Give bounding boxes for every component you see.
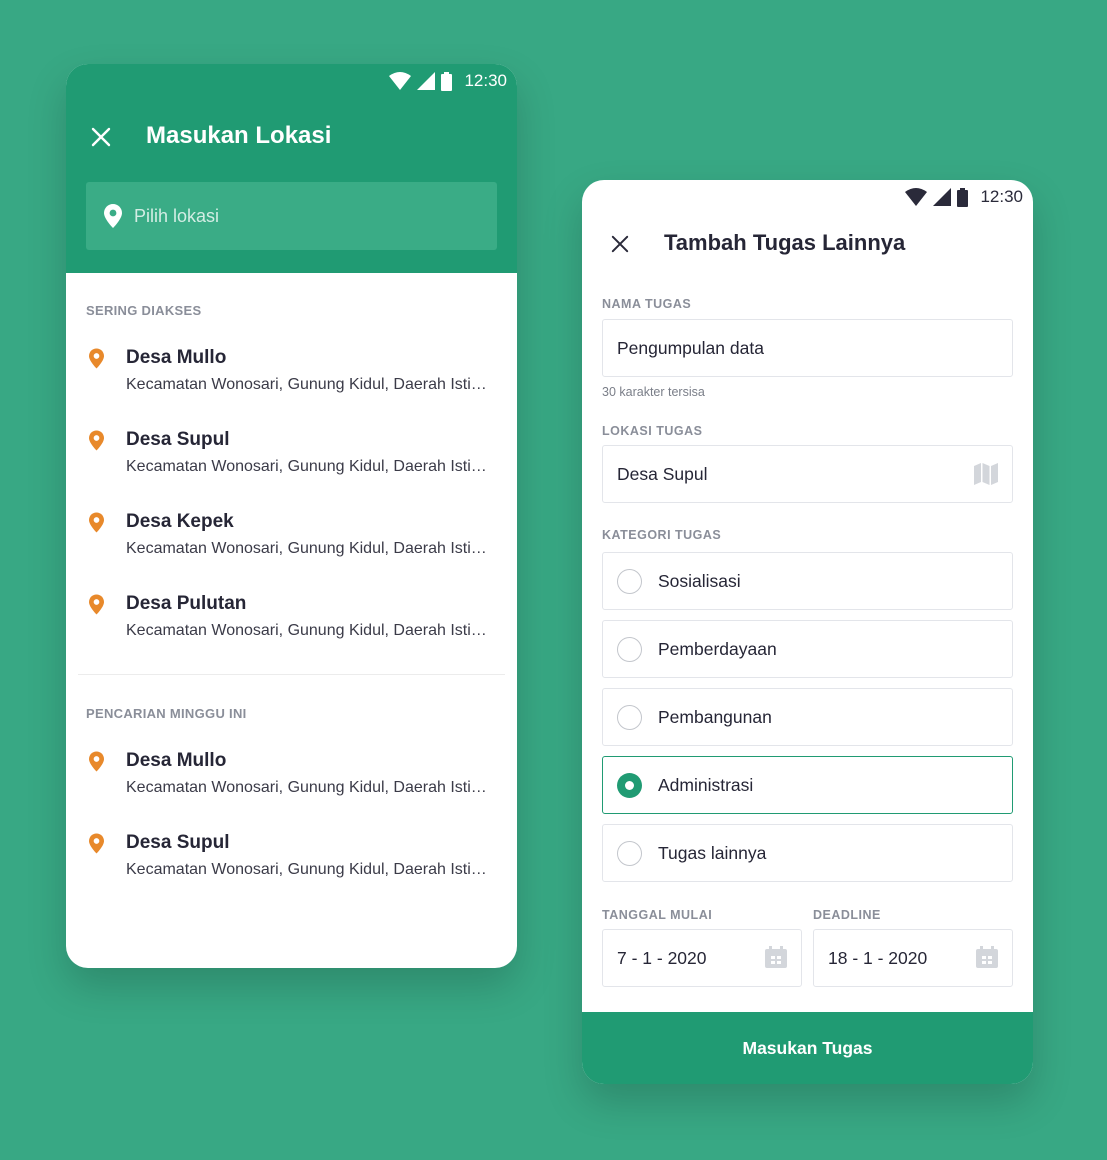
close-icon: [611, 235, 629, 253]
radio-button[interactable]: [617, 568, 642, 594]
task-location-field[interactable]: Desa Supul: [602, 445, 1013, 503]
location-pin-icon: [89, 430, 104, 451]
calendar-icon: [976, 946, 998, 968]
wifi-icon: [389, 72, 412, 90]
category-option-label: Tugas lainnya: [658, 842, 767, 863]
location-pin-icon: [104, 204, 122, 228]
location-screen: 12:30 Masukan Lokasi SERING DIAKSES Desa…: [66, 64, 517, 968]
category-option-administrasi[interactable]: Administrasi: [602, 756, 1013, 814]
location-pin-icon: [89, 512, 104, 533]
start-date-field[interactable]: 7 - 1 - 2020: [602, 929, 802, 987]
list-item[interactable]: Desa Kepek Kecamatan Wonosari, Gunung Ki…: [86, 510, 506, 592]
location-pin-icon: [89, 594, 104, 615]
location-name: Desa Kepek: [126, 511, 234, 532]
location-address: Kecamatan Wonosari, Gunung Kidul, Daerah…: [126, 376, 488, 393]
section-recent-label: PENCARIAN MINGGU INI: [86, 706, 247, 721]
location-name: Desa Mullo: [126, 347, 227, 368]
category-option-tugas-lainnya[interactable]: Tugas lainnya: [602, 824, 1013, 882]
location-address: Kecamatan Wonosari, Gunung Kidul, Daerah…: [126, 779, 488, 796]
list-item[interactable]: Desa Mullo Kecamatan Wonosari, Gunung Ki…: [86, 346, 506, 428]
task-name-label: NAMA TUGAS: [602, 297, 692, 311]
location-pin-icon: [89, 751, 104, 772]
list-item[interactable]: Desa Mullo Kecamatan Wonosari, Gunung Ki…: [86, 749, 506, 831]
task-name-helper: 30 karakter tersisa: [602, 385, 705, 399]
location-address: Kecamatan Wonosari, Gunung Kidul, Daerah…: [126, 861, 488, 878]
location-name: Desa Mullo: [126, 750, 227, 771]
location-name: Desa Supul: [126, 832, 230, 853]
task-location-label: LOKASI TUGAS: [602, 424, 703, 438]
recent-location-list: Desa Mullo Kecamatan Wonosari, Gunung Ki…: [86, 749, 506, 913]
start-date-value: 7 - 1 - 2020: [617, 947, 707, 968]
page-title: Masukan Lokasi: [146, 122, 332, 149]
location-search-box[interactable]: [86, 182, 497, 250]
location-address: Kecamatan Wonosari, Gunung Kidul, Daerah…: [126, 540, 488, 557]
status-bar: 12:30: [389, 64, 507, 98]
deadline-value: 18 - 1 - 2020: [828, 947, 928, 968]
battery-icon: [441, 71, 453, 91]
category-option-label: Pemberdayaan: [658, 638, 777, 659]
page-title: Tambah Tugas Lainnya: [664, 230, 906, 255]
deadline-field[interactable]: 18 - 1 - 2020: [813, 929, 1013, 987]
category-option-pemberdayaan[interactable]: Pemberdayaan: [602, 620, 1013, 678]
radio-button-selected[interactable]: [617, 772, 642, 798]
task-location-value: Desa Supul: [617, 463, 708, 484]
location-pin-icon: [89, 833, 104, 854]
category-label: KATEGORI TUGAS: [602, 528, 722, 542]
section-frequent-label: SERING DIAKSES: [86, 303, 202, 318]
map-icon[interactable]: [974, 463, 998, 485]
signal-icon: [417, 72, 436, 90]
section-divider: [78, 674, 505, 675]
category-option-pembangunan[interactable]: Pembangunan: [602, 688, 1013, 746]
calendar-icon: [765, 946, 787, 968]
status-time: 12:30: [464, 71, 507, 90]
close-icon: [91, 127, 111, 147]
category-option-sosialisasi[interactable]: Sosialisasi: [602, 552, 1013, 610]
list-item[interactable]: Desa Pulutan Kecamatan Wonosari, Gunung …: [86, 592, 506, 674]
close-button[interactable]: [606, 230, 634, 258]
location-search-input[interactable]: [134, 205, 464, 227]
radio-button[interactable]: [617, 636, 642, 662]
submit-task-button[interactable]: Masukan Tugas: [582, 1012, 1033, 1084]
location-header: 12:30 Masukan Lokasi: [66, 64, 517, 273]
list-item[interactable]: Desa Supul Kecamatan Wonosari, Gunung Ki…: [86, 428, 506, 510]
frequent-location-list: Desa Mullo Kecamatan Wonosari, Gunung Ki…: [86, 346, 506, 674]
category-option-label: Pembangunan: [658, 706, 772, 727]
wifi-icon: [905, 188, 928, 206]
deadline-label: DEADLINE: [813, 908, 881, 922]
category-option-label: Sosialisasi: [658, 570, 741, 591]
task-name-field[interactable]: [602, 319, 1013, 377]
radio-button[interactable]: [617, 840, 642, 866]
task-screen: 12:30 Tambah Tugas Lainnya NAMA TUGAS 30…: [582, 180, 1033, 1084]
list-item[interactable]: Desa Supul Kecamatan Wonosari, Gunung Ki…: [86, 831, 506, 913]
battery-icon: [957, 187, 969, 207]
signal-icon: [933, 188, 952, 206]
location-pin-icon: [89, 348, 104, 369]
category-option-label: Administrasi: [658, 774, 754, 795]
location-address: Kecamatan Wonosari, Gunung Kidul, Daerah…: [126, 458, 488, 475]
status-time: 12:30: [980, 187, 1023, 206]
task-name-input[interactable]: [617, 337, 957, 359]
location-address: Kecamatan Wonosari, Gunung Kidul, Daerah…: [126, 622, 488, 639]
close-button[interactable]: [87, 123, 115, 151]
location-name: Desa Pulutan: [126, 593, 247, 614]
status-bar: 12:30: [905, 180, 1023, 214]
location-name: Desa Supul: [126, 429, 230, 450]
radio-button[interactable]: [617, 704, 642, 730]
start-date-label: TANGGAL MULAI: [602, 908, 713, 922]
